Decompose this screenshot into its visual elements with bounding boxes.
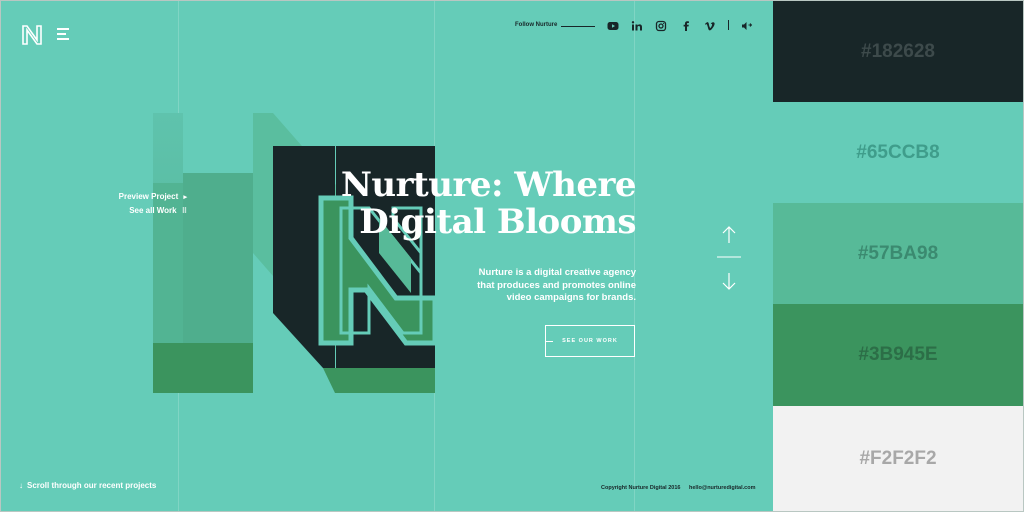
chevron-right-icon: ▸ bbox=[183, 194, 187, 201]
scroll-hint[interactable]: ↓ Scroll through our recent projects bbox=[19, 481, 156, 490]
hero-headline: Nurture: Where Digital Blooms bbox=[331, 165, 637, 242]
see-our-work-button[interactable]: SEE OUR WORK bbox=[545, 325, 635, 357]
facebook-icon[interactable] bbox=[680, 20, 692, 32]
copyright-text: Copyright Nurture Digital 2016 bbox=[601, 485, 681, 491]
swatch-label: #3B945E bbox=[858, 344, 938, 365]
menu-icon[interactable] bbox=[57, 28, 69, 40]
swatch-teal: #65CCB8 bbox=[773, 102, 1023, 203]
youtube-icon[interactable] bbox=[607, 20, 619, 32]
linkedin-icon[interactable] bbox=[631, 20, 643, 32]
headline-line-2: Digital Blooms bbox=[359, 202, 636, 242]
preview-project-link[interactable]: Preview Project ▸ bbox=[87, 192, 187, 201]
follow-label: Follow Nurture bbox=[515, 22, 558, 28]
follow-divider bbox=[561, 26, 595, 27]
social-divider bbox=[728, 20, 729, 30]
swatch-label: #57BA98 bbox=[857, 242, 939, 264]
grid-icon: ⠿ bbox=[181, 208, 187, 215]
instagram-icon[interactable] bbox=[655, 20, 667, 32]
sound-icon[interactable] bbox=[741, 20, 753, 32]
arrow-down-icon: ↓ bbox=[19, 481, 23, 490]
slide-navigation bbox=[717, 226, 741, 290]
see-all-work-label: See all Work bbox=[129, 206, 177, 215]
arrow-down-icon[interactable] bbox=[722, 273, 736, 290]
swatch-light: #F2F2F2 bbox=[773, 406, 1023, 511]
preview-project-label: Preview Project bbox=[118, 192, 179, 201]
headline-line-1: Nurture: Where bbox=[340, 165, 637, 205]
scroll-hint-label: Scroll through our recent projects bbox=[27, 481, 157, 490]
hero-section: Follow Nurture Preview Project ▸ See all… bbox=[1, 1, 773, 511]
swatch-dark: #182628 bbox=[773, 1, 1023, 102]
see-our-work-label: SEE OUR WORK bbox=[562, 338, 618, 344]
swatch-label: #65CCB8 bbox=[856, 141, 940, 163]
hero-description: Nurture is a digital creative agency tha… bbox=[477, 267, 636, 303]
swatch-mint: #57BA98 bbox=[773, 203, 1023, 304]
button-accent-line bbox=[545, 341, 553, 342]
arrow-up-icon[interactable] bbox=[722, 226, 736, 243]
nurture-logo[interactable] bbox=[21, 24, 43, 46]
grid-line bbox=[634, 1, 635, 511]
see-all-work-link[interactable]: See all Work ⠿ bbox=[87, 206, 187, 215]
vimeo-icon[interactable] bbox=[704, 20, 716, 32]
swatch-label: #182628 bbox=[861, 40, 935, 62]
email-link[interactable]: hello@nurturedigital.com bbox=[689, 485, 755, 491]
swatch-green: #3B945E bbox=[773, 304, 1023, 406]
hero-n-artwork bbox=[153, 113, 435, 393]
swatch-label: #F2F2F2 bbox=[859, 447, 937, 469]
